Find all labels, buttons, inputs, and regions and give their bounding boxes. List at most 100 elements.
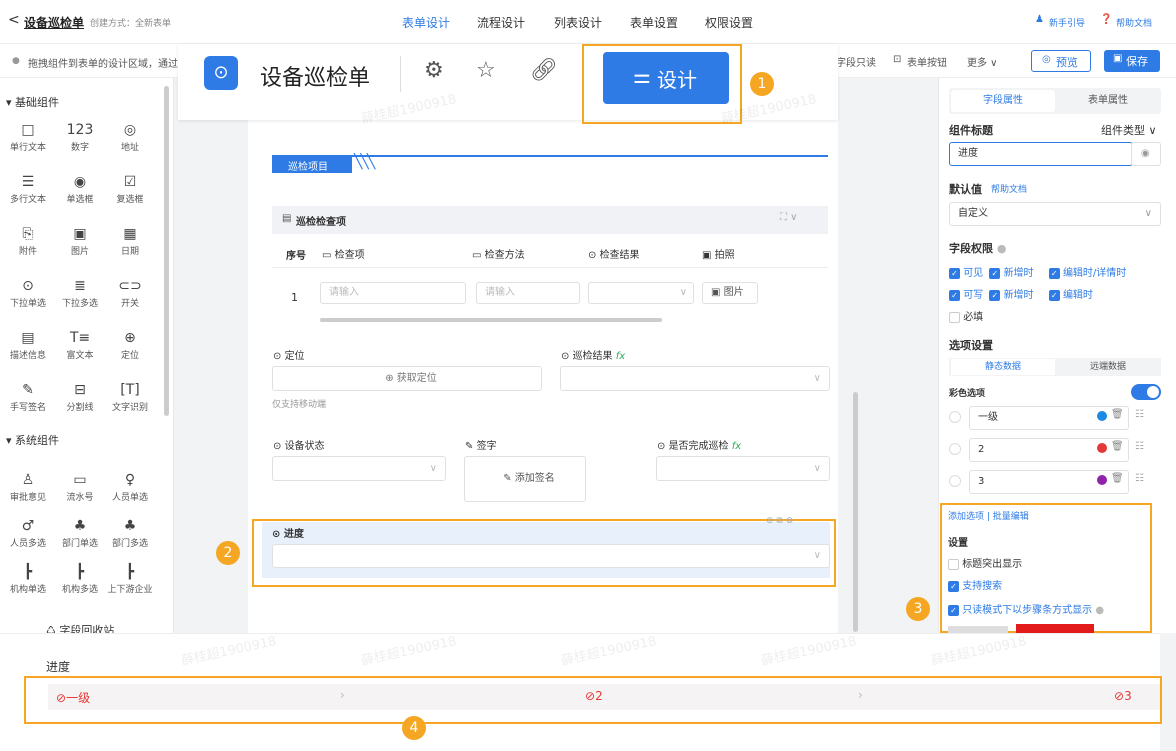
option-color-dot[interactable] xyxy=(1097,475,1107,485)
guide-link[interactable]: 新手引导 xyxy=(1049,16,1085,29)
tab-form-design[interactable]: 表单设计 xyxy=(402,14,450,31)
tab-flow-design[interactable]: 流程设计 xyxy=(477,14,525,31)
perm-visible-checkbox[interactable]: ✓ xyxy=(949,267,960,279)
title-highlight-checkbox[interactable] xyxy=(948,558,959,570)
check-item-input[interactable]: 请输入 xyxy=(320,282,466,304)
component-system-6[interactable]: ┣ 机构单选 xyxy=(3,562,53,595)
component-basic-6[interactable]: ⎘ 附件 xyxy=(3,224,53,257)
expand-icon[interactable]: ⛶ ∨ xyxy=(780,212,798,223)
perm-write-checkbox[interactable]: ✓ xyxy=(949,289,960,301)
left-scrollbar[interactable] xyxy=(164,86,169,416)
setting-support-search[interactable]: ✓ 支持搜索 xyxy=(948,577,1002,592)
batch-edit-link[interactable]: 批量编辑 xyxy=(993,512,1029,522)
default-value-select[interactable]: 自定义 ∨ xyxy=(949,202,1161,226)
recycle-bin[interactable]: ♺ 字段回收站 xyxy=(46,622,114,633)
component-basic-11[interactable]: ⊂⊃ 开关 xyxy=(105,276,155,309)
perm-required-checkbox[interactable] xyxy=(949,311,960,323)
component-basic-5[interactable]: ☑ 复选框 xyxy=(105,172,155,205)
more-button[interactable]: 更多 ∨ xyxy=(967,54,998,69)
component-system-8[interactable]: ┣ 上下游企业 xyxy=(105,562,155,595)
step-color-swatch[interactable] xyxy=(1016,624,1094,633)
component-system-4[interactable]: ♣ 部门单选 xyxy=(55,516,105,549)
basic-components-header[interactable]: ▾ 基础组件 xyxy=(6,94,59,110)
component-basic-16[interactable]: ⊟ 分割线 xyxy=(55,380,105,413)
component-system-7[interactable]: ┣ 机构多选 xyxy=(55,562,105,595)
component-basic-4[interactable]: ◉ 单选框 xyxy=(55,172,105,205)
component-type-dropdown[interactable]: 组件类型 ∨ xyxy=(1101,122,1157,138)
step-display-checkbox[interactable]: ✓ xyxy=(948,604,959,616)
photo-button[interactable]: ▣ 图片 xyxy=(702,282,758,304)
tab-list-design[interactable]: 列表设计 xyxy=(554,14,602,31)
inspection-result-select[interactable]: ∨ xyxy=(560,366,830,391)
tab-form-properties[interactable]: 表单属性 xyxy=(1057,90,1159,112)
help-link[interactable]: 帮助文档 xyxy=(1116,16,1152,29)
component-basic-8[interactable]: ▦ 日期 xyxy=(105,224,155,257)
save-button[interactable]: ▣ 保存 xyxy=(1104,50,1160,72)
eye-icon[interactable]: ◉ xyxy=(1131,142,1161,166)
get-location-button[interactable]: ⊕ 获取定位 xyxy=(272,366,542,391)
completed-select[interactable]: ∨ xyxy=(656,456,830,481)
drag-handle-icon[interactable]: ☷ xyxy=(1135,473,1144,484)
field-actions-icons[interactable]: ⊕ ⧉ ⊗ xyxy=(766,516,793,526)
component-basic-13[interactable]: T≡ 富文本 xyxy=(55,328,105,361)
perm-add-checkbox[interactable]: ✓ xyxy=(989,267,1001,279)
perm-edit-detail-checkbox[interactable]: ✓ xyxy=(1048,267,1060,279)
table-scrollbar[interactable] xyxy=(320,318,662,322)
trash-icon[interactable]: 🗑︎ xyxy=(1111,409,1124,420)
progress-field[interactable]: ⊙ 进度 ∨ xyxy=(262,522,830,578)
tab-remote-data[interactable]: 远端数据 xyxy=(1057,359,1159,375)
trash-icon[interactable]: 🗑︎ xyxy=(1111,473,1124,484)
settings-icon[interactable]: ⚙ xyxy=(424,58,444,83)
component-system-1[interactable]: ▭ 流水号 xyxy=(55,470,105,503)
perm-edit-checkbox[interactable]: ✓ xyxy=(1048,289,1060,301)
tab-form-settings[interactable]: 表单设置 xyxy=(630,14,678,31)
component-basic-12[interactable]: ▤ 描述信息 xyxy=(3,328,53,361)
color-option-toggle[interactable] xyxy=(1131,384,1161,400)
component-basic-10[interactable]: ≣ 下拉多选 xyxy=(55,276,105,309)
trash-icon[interactable]: 🗑︎ xyxy=(1111,441,1124,452)
tab-permissions[interactable]: 权限设置 xyxy=(705,14,753,31)
setting-title-highlight[interactable]: 标题突出显示 xyxy=(948,555,1022,570)
component-system-0[interactable]: ♙ 审批意见 xyxy=(3,470,53,503)
star-icon[interactable]: ☆ xyxy=(476,58,496,83)
component-basic-17[interactable]: [T] 文字识别 xyxy=(105,380,155,413)
progress-select[interactable]: ∨ xyxy=(272,544,830,568)
component-title-input[interactable]: 进度 xyxy=(949,142,1133,166)
check-method-input[interactable]: 请输入 xyxy=(476,282,580,304)
back-icon[interactable]: < xyxy=(8,12,20,28)
check-result-select[interactable]: ∨ xyxy=(588,282,694,304)
readonly-button[interactable]: 字段只读 xyxy=(836,54,876,69)
tab-static-data[interactable]: 静态数据 xyxy=(951,359,1055,375)
help-doc-link[interactable]: 帮助文档 xyxy=(991,182,1027,195)
component-system-3[interactable]: ♂ 人员多选 xyxy=(3,516,53,549)
component-basic-1[interactable]: 123 数字 xyxy=(55,120,105,153)
option-color-dot[interactable] xyxy=(1097,443,1107,453)
drag-handle-icon[interactable]: ☷ xyxy=(1135,409,1144,420)
canvas-scrollbar[interactable] xyxy=(853,392,858,632)
form-buttons-button[interactable]: 表单按钮 xyxy=(907,54,947,69)
perm-add2-checkbox[interactable]: ✓ xyxy=(989,289,1001,301)
option-radio[interactable] xyxy=(949,475,961,487)
system-components-header[interactable]: ▾ 系统组件 xyxy=(6,432,59,448)
component-basic-14[interactable]: ⊕ 定位 xyxy=(105,328,155,361)
drag-handle-icon[interactable]: ☷ xyxy=(1135,441,1144,452)
component-basic-7[interactable]: ▣ 图片 xyxy=(55,224,105,257)
component-basic-9[interactable]: ⊙ 下拉单选 xyxy=(3,276,53,309)
support-search-checkbox[interactable]: ✓ xyxy=(948,580,959,592)
component-basic-2[interactable]: ◎ 地址 xyxy=(105,120,155,153)
component-basic-0[interactable]: □ 单行文本 xyxy=(3,120,53,153)
device-status-select[interactable]: ∨ xyxy=(272,456,446,481)
link-icon[interactable]: 🔗︎ xyxy=(530,58,558,83)
preview-button[interactable]: ◎ 预览 xyxy=(1031,50,1091,72)
component-system-2[interactable]: ♀ 人员单选 xyxy=(105,470,155,503)
component-basic-15[interactable]: ✎ 手写签名 xyxy=(3,380,53,413)
option-radio[interactable] xyxy=(949,443,961,455)
option-color-dot[interactable] xyxy=(1097,411,1107,421)
add-option-link[interactable]: 添加选项 xyxy=(948,512,984,522)
option-radio[interactable] xyxy=(949,411,961,423)
setting-step-display[interactable]: ✓ 只读模式下以步骤条方式显示 ● xyxy=(948,601,1104,616)
tab-field-properties[interactable]: 字段属性 xyxy=(951,90,1055,112)
component-system-5[interactable]: ♣ 部门多选 xyxy=(105,516,155,549)
component-basic-3[interactable]: ☰ 多行文本 xyxy=(3,172,53,205)
add-signature-button[interactable]: ✎ 添加签名 xyxy=(464,456,586,502)
